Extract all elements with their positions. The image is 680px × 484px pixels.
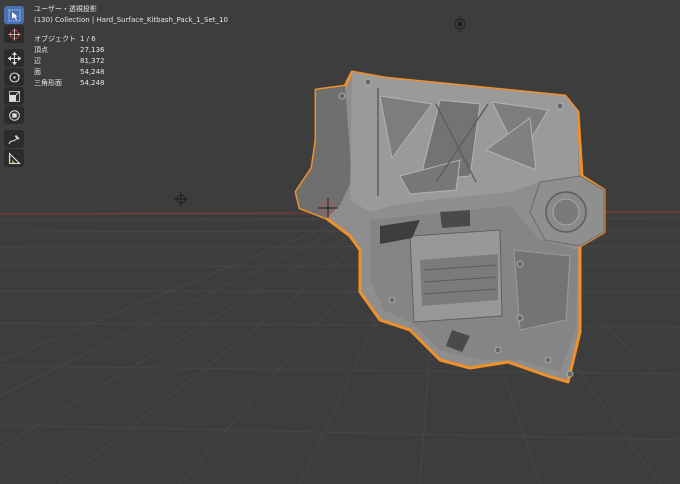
annotate-tool[interactable] [4,130,24,148]
stat-value: 54,248 [80,79,105,87]
stat-value: 54,248 [80,68,105,76]
stat-vertices: 頂点 27,136 [34,45,228,56]
scene-statistics: オブジェクト 1 / 6 頂点 27,136 辺 81,372 面 54,248… [34,34,228,89]
cursor-tool[interactable] [4,25,24,43]
origin-marker-icon[interactable] [174,192,188,206]
transform-icon [8,109,20,121]
stat-label: 頂点 [34,46,48,54]
stat-faces: 面 54,248 [34,67,228,78]
selected-mesh-object[interactable] [294,70,606,384]
annotate-pen-icon [7,134,19,144]
transform-tool[interactable] [4,106,24,124]
stat-label: 面 [34,68,41,76]
view-mode-label: ユーザー・透視投影 [34,5,97,13]
stat-value: 27,136 [80,46,105,54]
ruler-icon [8,151,21,164]
rotate-tool[interactable] [4,68,24,86]
light-gizmo-icon[interactable] [454,15,466,33]
tool-shelf [4,6,24,167]
cursor-arrow-icon [8,9,20,21]
stat-label: 辺 [34,57,41,65]
collection-label: (130) Collection | Hard_Surface_Kitbash_… [34,16,228,24]
scale-icon [8,90,20,102]
rotate-icon [8,71,20,83]
stat-value: 81,372 [80,57,105,65]
stat-label: オブジェクト [34,35,76,43]
3d-cursor-icon [8,28,20,40]
viewport-info-overlay: ユーザー・透視投影 (130) Collection | Hard_Surfac… [34,4,228,89]
stat-value: 1 / 6 [80,35,96,43]
move-arrows-icon [7,51,21,65]
stat-triangles: 三角形面 54,248 [34,78,228,89]
select-box-tool[interactable] [4,6,24,24]
stat-objects: オブジェクト 1 / 6 [34,34,228,45]
3d-viewport[interactable]: ユーザー・透視投影 (130) Collection | Hard_Surfac… [0,0,680,484]
stat-edges: 辺 81,372 [34,56,228,67]
measure-tool[interactable] [4,149,24,167]
move-tool[interactable] [4,49,24,67]
scale-tool[interactable] [4,87,24,105]
stat-label: 三角形面 [34,79,62,87]
